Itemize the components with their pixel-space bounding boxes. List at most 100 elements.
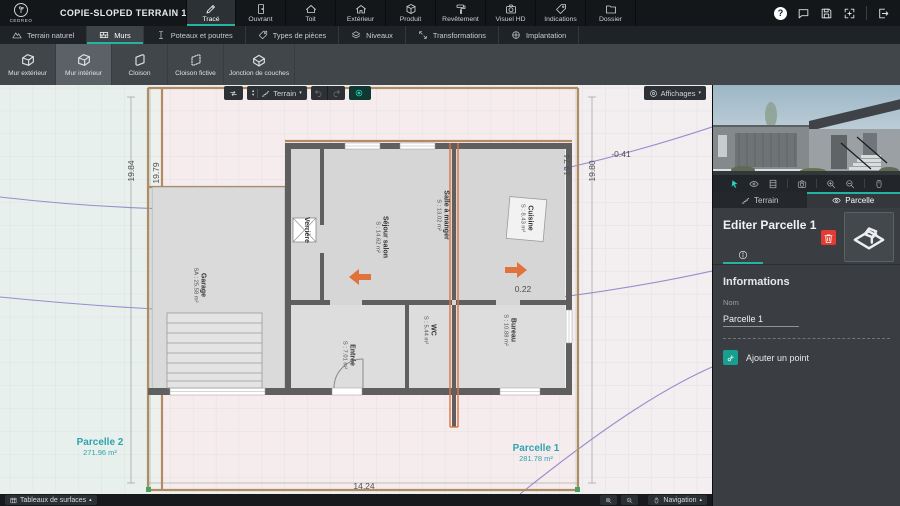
navigation-label: Navigation [663,496,697,504]
column-icon [156,30,166,40]
bottom-bar: Tableaux de surfaces ▴ Navigation ▴ [0,494,712,506]
application-window: CEDREO COPIE-SLOPED TERRAIN 10 Tracé Ouvr… [0,0,900,506]
surfaces-label: Tableaux de surfaces [20,496,87,504]
main-menu-tabs: Tracé Ouvrant Toit Extérieur Produit Revêteme… [186,0,636,26]
junction-icon [249,52,269,68]
panel-tab-parcelle[interactable]: Parcelle [806,192,900,208]
floor-plan-canvas[interactable]: Garage SA : 25.58 m² Séjour salon S : 14.62… [0,85,712,494]
target-mode-button[interactable] [348,86,371,100]
parcel-name-input[interactable] [723,314,799,327]
ribbon-tab-murs[interactable]: Murs [87,26,144,44]
exterior-icon [355,3,367,15]
right-panel: Terrain Parcelle Editer Parcelle 1 Inform… [712,85,900,506]
tool-jonction-de-couches[interactable]: Jonction de couches [224,44,296,85]
logo-tree-icon [14,3,28,17]
zoom-in-icon [605,497,612,504]
section-informations: Informations [723,276,790,288]
panel-dashed-icon [186,52,206,68]
center-button[interactable] [843,7,856,20]
tool-mur-exterieur[interactable]: Mur extérieur [0,44,56,85]
eye-icon[interactable] [748,179,759,189]
tag-icon [258,30,268,40]
chevron-up-icon: ▴ [89,497,92,503]
redo-button[interactable] [327,86,345,100]
swap-view-button[interactable] [224,86,243,100]
wall3d-icon [18,52,38,68]
target-icon [354,88,364,98]
level-icon [261,89,270,98]
roof-icon [305,3,317,15]
cedreo-logo: CEDREO [8,3,34,23]
delete-parcel-button[interactable] [821,230,836,245]
exit-button[interactable] [877,7,890,20]
wall-tool-buttons: Mur extérieur Mur intérieur Cloison Cloison… [0,44,900,85]
eye-icon [832,196,841,205]
parcel-editor: Editer Parcelle 1 Informations Nom Ajout… [713,208,900,506]
tool-mur-interieur[interactable]: Mur intérieur [56,44,112,85]
panel-icon [130,52,150,68]
zoom-in-icon[interactable] [826,179,836,189]
ribbon-tab-implantation[interactable]: Implantation [499,26,580,44]
tab-indications[interactable]: Indications [536,0,586,26]
parcel-type-tile[interactable] [844,212,894,262]
roller-icon [455,3,467,15]
tool-cloison[interactable]: Cloison [112,44,168,85]
tab-informations[interactable] [723,248,763,264]
info-icon [738,250,748,260]
undo-icon [314,89,323,98]
building-icon[interactable] [768,179,778,189]
cursor-icon[interactable] [730,179,740,189]
tab-visuel-hd[interactable]: Visuel HD [486,0,536,26]
logo-text: CEDREO [9,18,33,23]
navigation-dropdown[interactable]: Navigation ▴ [648,495,707,505]
product-icon [405,3,417,15]
redo-icon [332,89,341,98]
tab-ouvrant[interactable]: Ouvrant [236,0,286,26]
floor-plan-drawing [0,85,712,494]
transform-icon [418,30,428,40]
add-point-icon [726,353,736,363]
tab-dossier[interactable]: Dossier [586,0,636,26]
ribbon-tabs: Terrain naturel Murs Poteaux et poutres Typ… [0,26,900,44]
zoom-out-button[interactable] [621,495,639,505]
surfaces-table-button[interactable]: Tableaux de surfaces ▴ [5,495,97,505]
3d-view-toolbar [713,175,900,192]
comment-button[interactable] [797,7,810,20]
help-button[interactable]: ? [774,6,787,20]
ribbon-tab-niveaux[interactable]: Niveaux [339,26,406,44]
tab-produit[interactable]: Produit [386,0,436,26]
3d-preview[interactable] [713,85,900,176]
mouse-icon[interactable] [874,179,884,189]
ribbon-tab-types-de-pieces[interactable]: Types de pièces [246,26,340,44]
zoom-out-icon[interactable] [845,179,855,189]
zoom-in-button[interactable] [600,495,618,505]
tab-toit[interactable]: Toit [286,0,336,26]
canvas-toolbar: ▴ ▾ Terrain ▾ [224,86,371,100]
tab-trace[interactable]: Tracé [186,0,236,26]
document-title: COPIE-SLOPED TERRAIN 10 [60,8,193,18]
swap-icon [229,89,238,98]
level-stepper[interactable]: ▴ ▾ [252,88,254,98]
ribbon-tab-terrain-naturel[interactable]: Terrain naturel [0,26,88,44]
add-point-button[interactable]: Ajouter un point [723,350,809,365]
tab-exterieur[interactable]: Extérieur [336,0,386,26]
door-icon [255,3,267,15]
ribbon-tab-transformations[interactable]: Transformations [406,26,499,44]
parcel-3d-icon [852,220,886,254]
tool-cloison-fictive[interactable]: Cloison fictive [168,44,224,85]
level-selector[interactable]: ▴ ▾ Terrain ▾ [247,86,307,100]
3d-preview-render [713,85,900,176]
folder-icon [605,3,617,15]
mouse-icon [653,497,660,504]
mountain-icon [12,30,22,40]
camera-icon[interactable] [797,179,807,189]
undo-button[interactable] [310,86,328,100]
save-button[interactable] [820,7,833,20]
affichages-dropdown[interactable]: Affichages ▾ [643,86,706,100]
tab-revetement[interactable]: Revêtement [436,0,486,26]
wall3d-icon [74,52,94,68]
ribbon-tab-poteaux-et-poutres[interactable]: Poteaux et poutres [144,26,246,44]
table-icon [10,497,17,504]
chevron-down-icon: ▾ [299,90,302,96]
panel-tab-terrain[interactable]: Terrain [713,192,807,208]
